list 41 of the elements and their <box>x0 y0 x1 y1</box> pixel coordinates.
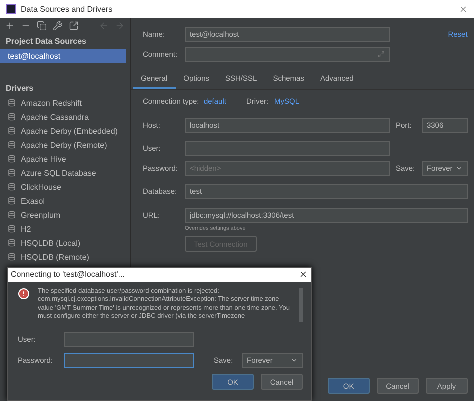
input-field[interactable] <box>184 46 390 62</box>
section-heading: Project Data Sources <box>5 36 88 48</box>
close-icon[interactable] <box>299 270 308 280</box>
driver-item[interactable]: Amazon Redshift <box>0 96 126 110</box>
database-icon <box>8 141 16 149</box>
data-source-item[interactable]: test@localhost <box>0 49 126 63</box>
driver-item[interactable]: Greenplum <box>0 208 126 222</box>
input-field[interactable] <box>64 332 194 346</box>
export-icon[interactable] <box>69 21 79 31</box>
driver-item[interactable]: HSQLDB (Local) <box>0 236 126 250</box>
database-icon <box>8 197 16 205</box>
expand-icon[interactable] <box>378 50 385 58</box>
database-icon <box>8 127 16 135</box>
database-icon <box>8 253 16 261</box>
driver-item[interactable]: ClickHouse <box>0 180 126 194</box>
database-icon <box>8 113 16 121</box>
wrench-icon[interactable] <box>53 21 63 31</box>
window-title: Data Sources and Drivers <box>21 4 114 14</box>
driver-item[interactable]: Apache Cassandra <box>0 110 126 124</box>
add-icon[interactable] <box>5 21 15 31</box>
driver-item[interactable]: Exasol <box>0 194 126 208</box>
section-heading: Drivers <box>5 83 35 95</box>
app-logo-icon <box>6 4 16 14</box>
database-icon <box>8 155 16 163</box>
driver-item[interactable]: Apache Hive <box>0 152 126 166</box>
copy-icon[interactable] <box>37 21 47 31</box>
database-icon <box>8 211 16 219</box>
password-field[interactable] <box>64 352 194 368</box>
database-icon <box>8 239 16 247</box>
driver-item[interactable]: H2 <box>0 222 126 236</box>
driver-item[interactable]: Azure SQL Database <box>0 166 126 180</box>
error-icon <box>18 288 30 300</box>
dialog-title: Connecting to 'test@localhost'... <box>11 270 126 280</box>
driver-item[interactable]: Apache Derby (Embedded) <box>0 124 126 138</box>
input-field[interactable] <box>184 140 390 156</box>
database-icon <box>8 169 16 177</box>
driver-item[interactable]: Apache Derby (Remote) <box>0 138 126 152</box>
database-icon <box>8 225 16 233</box>
database-icon <box>8 99 16 107</box>
database-icon <box>8 183 16 191</box>
driver-item[interactable]: HSQLDB (Remote) <box>0 250 126 264</box>
